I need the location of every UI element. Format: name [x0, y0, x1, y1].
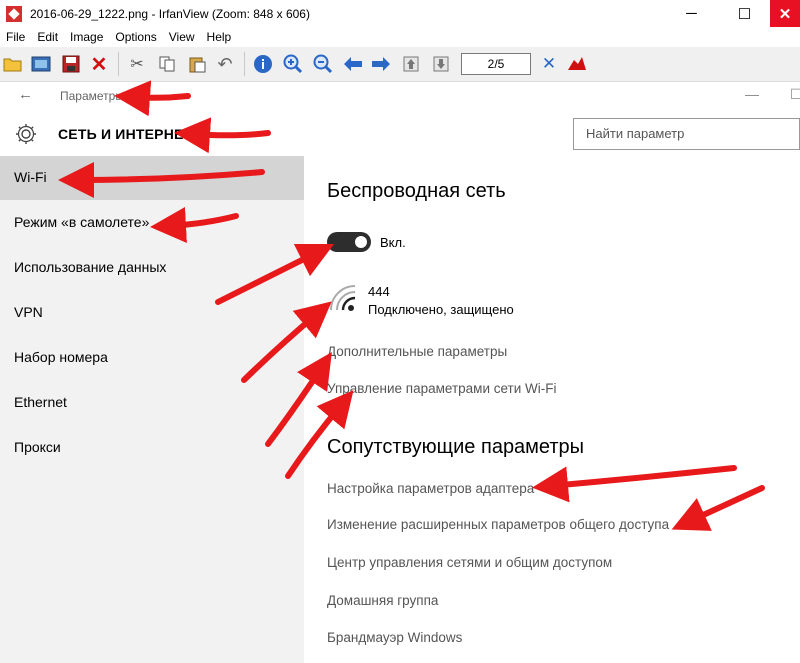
paste-icon[interactable] [186, 53, 208, 75]
settings-minimize-icon[interactable]: — [745, 86, 759, 102]
adapter-options-link[interactable]: Настройка параметров адаптера [327, 481, 534, 496]
settings-tools-icon[interactable]: ✕ [538, 53, 560, 75]
toolbar: ✕ ✂ ↶ ✕ [0, 47, 800, 82]
copy-icon[interactable] [156, 53, 178, 75]
irfanview-cat-icon[interactable] [566, 53, 588, 75]
menu-edit[interactable]: Edit [31, 30, 64, 44]
zoom-in-icon[interactable] [282, 53, 304, 75]
sidebar-item-label: Ethernet [14, 394, 67, 410]
menu-bar: File Edit Image Options View Help [0, 27, 800, 47]
sidebar: Wi-Fi Режим «в самолете» Использование д… [0, 156, 304, 663]
thumbnails-icon[interactable] [30, 53, 52, 75]
wifi-toggle-label: Вкл. [380, 235, 406, 250]
cut-icon[interactable]: ✂ [126, 53, 148, 75]
save-icon[interactable] [60, 53, 82, 75]
close-button[interactable]: ✕ [770, 0, 800, 27]
windows-firewall-link[interactable]: Брандмауэр Windows [327, 630, 462, 645]
info-icon[interactable] [252, 53, 274, 75]
settings-window: ← Параметры — ☐ СЕТЬ И ИНТЕРНЕТ Найти па… [0, 82, 800, 663]
sidebar-item-dial-up[interactable]: Набор номера [0, 336, 304, 380]
sidebar-item-airplane-mode[interactable]: Режим «в самолете» [0, 201, 304, 245]
delete-icon[interactable]: ✕ [88, 53, 110, 76]
sidebar-item-label: Набор номера [14, 349, 108, 365]
category-title: СЕТЬ И ИНТЕРНЕТ [58, 126, 193, 142]
sidebar-item-ethernet[interactable]: Ethernet [0, 381, 304, 425]
previous-arrow-icon[interactable] [342, 53, 364, 75]
next-arrow-icon[interactable] [370, 53, 392, 75]
undo-icon[interactable]: ↶ [214, 53, 236, 75]
settings-header: ← Параметры — ☐ [0, 82, 800, 110]
wifi-signal-icon[interactable] [327, 282, 361, 314]
manage-wifi-settings-link[interactable]: Управление параметрами сети Wi-Fi [327, 381, 557, 396]
wifi-heading: Беспроводная сеть [327, 180, 506, 202]
gear-icon [16, 124, 36, 144]
sidebar-item-label: Режим «в самолете» [14, 214, 150, 230]
irfanview-icon [6, 5, 22, 22]
minimize-button[interactable]: ─ [669, 0, 714, 27]
menu-options[interactable]: Options [109, 30, 162, 44]
network-sharing-center-link[interactable]: Центр управления сетями и общим доступом [327, 555, 612, 570]
advanced-options-link[interactable]: Дополнительные параметры [327, 344, 507, 359]
related-settings-heading: Сопутствующие параметры [327, 436, 585, 458]
wifi-toggle[interactable] [327, 232, 371, 252]
network-status: Подключено, защищено [368, 302, 514, 317]
sidebar-item-label: Использование данных [14, 259, 167, 275]
settings-maximize-icon[interactable]: ☐ [790, 86, 800, 103]
menu-help[interactable]: Help [201, 30, 238, 44]
zoom-out-icon[interactable] [312, 53, 334, 75]
last-page-icon[interactable] [430, 53, 452, 75]
homegroup-link[interactable]: Домашняя группа [327, 593, 438, 608]
sidebar-item-label: Прокси [14, 439, 61, 455]
first-page-icon[interactable] [400, 53, 422, 75]
back-arrow-icon[interactable]: ← [18, 86, 33, 103]
network-name[interactable]: 444 [368, 284, 390, 299]
search-input[interactable]: Найти параметр [573, 118, 800, 150]
maximize-button[interactable]: ☐ [722, 0, 767, 27]
settings-app-title: Параметры [60, 89, 124, 103]
sidebar-item-proxy[interactable]: Прокси [0, 426, 304, 470]
window-title: 2016-06-29_1222.png - IrfanView (Zoom: 8… [30, 6, 310, 21]
page-indicator[interactable]: 2/5 [461, 53, 531, 75]
sidebar-item-label: Wi-Fi [14, 169, 47, 185]
menu-image[interactable]: Image [64, 30, 109, 44]
open-folder-icon[interactable] [2, 53, 24, 75]
sidebar-item-data-usage[interactable]: Использование данных [0, 246, 304, 290]
sidebar-item-label: VPN [14, 304, 43, 320]
sidebar-item-wifi[interactable]: Wi-Fi [0, 156, 304, 200]
menu-view[interactable]: View [163, 30, 201, 44]
menu-file[interactable]: File [0, 30, 31, 44]
advanced-sharing-link[interactable]: Изменение расширенных параметров общего … [327, 517, 669, 532]
sidebar-item-vpn[interactable]: VPN [0, 291, 304, 335]
